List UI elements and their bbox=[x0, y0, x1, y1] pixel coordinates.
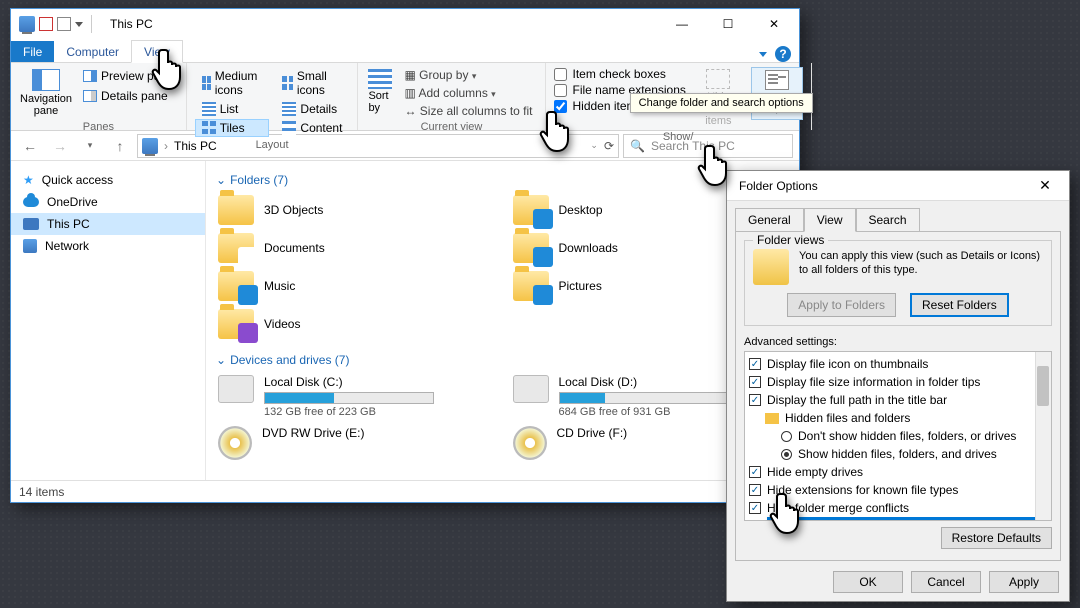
folder-item[interactable]: 3D Objects bbox=[216, 193, 501, 227]
sidebar: ★Quick accessOneDriveThis PCNetwork bbox=[11, 161, 206, 480]
drive-item[interactable]: DVD RW Drive (E:) bbox=[216, 424, 501, 462]
folder-item[interactable]: Documents bbox=[216, 231, 501, 265]
sidebar-item[interactable]: ★Quick access bbox=[11, 169, 205, 191]
add-columns-button[interactable]: ▥ Add columns ▾ bbox=[400, 85, 536, 101]
dialog-title: Folder Options bbox=[729, 179, 818, 193]
tab-computer[interactable]: Computer bbox=[54, 41, 131, 62]
advanced-settings-list[interactable]: ✓Display file icon on thumbnails✓Display… bbox=[744, 351, 1052, 521]
apply-button[interactable]: Apply bbox=[989, 571, 1059, 593]
help-icon[interactable]: ? bbox=[775, 46, 791, 62]
size-columns-button[interactable]: ↔ Size all columns to fit bbox=[400, 103, 536, 119]
nav-forward-button[interactable]: → bbox=[47, 134, 73, 158]
preview-pane-button[interactable]: Preview pane bbox=[79, 67, 178, 85]
folder-item[interactable]: Videos bbox=[216, 307, 501, 341]
group-by-button[interactable]: ▦ Group by ▾ bbox=[400, 67, 536, 83]
cancel-button[interactable]: Cancel bbox=[911, 571, 981, 593]
address-icon bbox=[142, 138, 158, 154]
advanced-setting-item[interactable]: ✓Hide folder merge conflicts bbox=[749, 499, 1047, 517]
layout-option[interactable]: List bbox=[195, 100, 270, 118]
file-explorer-window: This PC ― ☐ ✕ File Computer View ? Navig… bbox=[10, 8, 800, 503]
status-bar: 14 items bbox=[11, 480, 799, 502]
qat-chevron-icon[interactable] bbox=[75, 22, 83, 27]
layout-option[interactable]: Small icons bbox=[275, 67, 349, 99]
folder-options-dialog: Folder Options ✕ General View Search Fol… bbox=[726, 170, 1070, 602]
advanced-setting-item[interactable]: Hide protected operating system files (R… bbox=[749, 517, 1047, 521]
advanced-setting-item[interactable]: ✓Hide extensions for known file types bbox=[749, 481, 1047, 499]
dialog-close-button[interactable]: ✕ bbox=[1023, 177, 1067, 194]
titlebar[interactable]: This PC ― ☐ ✕ bbox=[11, 9, 799, 39]
layout-option[interactable]: Medium icons bbox=[195, 67, 270, 99]
drive-item[interactable]: Local Disk (C:)132 GB free of 223 GB bbox=[216, 373, 501, 420]
ribbon-tabs: File Computer View ? bbox=[11, 39, 799, 63]
tab-view[interactable]: View bbox=[804, 208, 856, 232]
advanced-setting-item[interactable]: ✓Display the full path in the title bar bbox=[749, 391, 1047, 409]
details-pane-button[interactable]: Details pane bbox=[79, 87, 178, 105]
restore-defaults-button[interactable]: Restore Defaults bbox=[941, 527, 1052, 549]
advanced-setting-item[interactable]: Don't show hidden files, folders, or dri… bbox=[749, 427, 1047, 445]
sort-by-button[interactable]: Sort by bbox=[366, 67, 394, 116]
group-label-showhide: Show/ bbox=[554, 129, 803, 143]
sidebar-item[interactable]: This PC bbox=[11, 213, 205, 235]
reset-folders-button[interactable]: Reset Folders bbox=[910, 293, 1009, 317]
apply-to-folders-button[interactable]: Apply to Folders bbox=[787, 293, 896, 317]
qat-item[interactable] bbox=[39, 17, 53, 31]
tab-view[interactable]: View bbox=[131, 40, 183, 63]
folder-item[interactable]: Music bbox=[216, 269, 501, 303]
main-content: ⌄Folders (7) 3D ObjectsDesktopDocumentsD… bbox=[206, 161, 799, 480]
scrollbar[interactable] bbox=[1035, 352, 1051, 520]
tab-file[interactable]: File bbox=[11, 41, 54, 62]
layout-option[interactable]: Tiles bbox=[195, 119, 270, 137]
tab-search[interactable]: Search bbox=[856, 208, 920, 232]
close-button[interactable]: ✕ bbox=[751, 9, 797, 39]
layout-option[interactable]: Details bbox=[275, 100, 349, 118]
advanced-setting-item[interactable]: Hidden files and folders bbox=[749, 409, 1047, 427]
tab-general[interactable]: General bbox=[735, 208, 804, 232]
section-drives-header[interactable]: ⌄Devices and drives (7) bbox=[216, 353, 795, 367]
qat-item[interactable] bbox=[57, 17, 71, 31]
ok-button[interactable]: OK bbox=[833, 571, 903, 593]
window-title: This PC bbox=[110, 17, 153, 31]
nav-back-button[interactable]: ← bbox=[17, 134, 43, 158]
layout-option[interactable]: Content bbox=[275, 119, 349, 137]
minimize-button[interactable]: ― bbox=[659, 9, 705, 39]
nav-recent-button[interactable]: ▾ bbox=[77, 134, 103, 158]
advanced-settings-label: Advanced settings: bbox=[744, 336, 1052, 348]
sidebar-item[interactable]: OneDrive bbox=[11, 191, 205, 213]
item-checkboxes-toggle[interactable]: Item check boxes bbox=[554, 67, 686, 81]
advanced-setting-item[interactable]: ✓Hide empty drives bbox=[749, 463, 1047, 481]
section-folders-header[interactable]: ⌄Folders (7) bbox=[216, 173, 795, 187]
nav-up-button[interactable]: ↑ bbox=[107, 134, 133, 158]
ribbon: Navigation pane Preview pane Details pan… bbox=[11, 63, 799, 131]
folder-views-group: Folder views You can apply this view (su… bbox=[744, 240, 1052, 326]
collapse-ribbon-icon[interactable] bbox=[759, 52, 767, 57]
sidebar-item[interactable]: Network bbox=[11, 235, 205, 257]
group-label-panes: Panes bbox=[19, 119, 178, 133]
advanced-setting-item[interactable]: Show hidden files, folders, and drives bbox=[749, 445, 1047, 463]
folder-views-icon bbox=[753, 249, 789, 285]
advanced-setting-item[interactable]: ✓Display file icon on thumbnails bbox=[749, 355, 1047, 373]
options-tooltip: Change folder and search options bbox=[630, 93, 813, 113]
window-icon bbox=[19, 16, 35, 32]
group-label-currentview: Current view bbox=[366, 119, 536, 133]
navigation-pane-button[interactable]: Navigation pane bbox=[19, 67, 73, 119]
maximize-button[interactable]: ☐ bbox=[705, 9, 751, 39]
layout-gallery[interactable]: Medium iconsListTiles bbox=[195, 67, 270, 137]
group-label-layout: Layout bbox=[195, 137, 350, 151]
advanced-setting-item[interactable]: ✓Display file size information in folder… bbox=[749, 373, 1047, 391]
